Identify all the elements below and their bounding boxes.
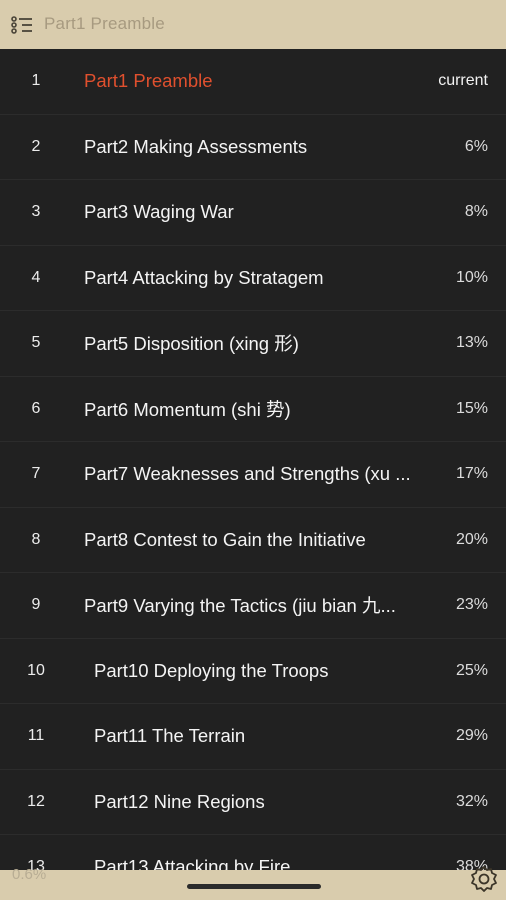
toc-number: 6 (31, 399, 41, 417)
chapter-title: Part1 Preamble (44, 14, 165, 33)
toc-number: 5 (31, 334, 41, 352)
settings-icon[interactable] (469, 864, 499, 894)
top-bar: Part1 Preamble (0, 0, 506, 49)
toc-title: Part7 Weaknesses and Strengths (xu ... (84, 463, 411, 485)
toc-item[interactable]: 6 Part6 Momentum (shi 势) 15% (0, 377, 506, 442)
toc-progress: 15% (455, 399, 488, 417)
toc-title: Part3 Waging War (84, 201, 234, 223)
toc-number: 8 (31, 530, 41, 548)
toc-item[interactable]: 1 Part1 Preamble current (0, 49, 506, 115)
toc-number: 1 (31, 72, 41, 90)
toc-item[interactable]: 2 Part2 Making Assessments 6% (0, 115, 506, 180)
toc-progress: 17% (455, 465, 488, 483)
toc-progress: 6% (464, 137, 488, 155)
toc-progress: 25% (455, 661, 488, 679)
toc-title: Part1 Preamble (84, 70, 213, 92)
toc-item[interactable]: 9 Part9 Varying the Tactics (jiu bian 九.… (0, 573, 506, 639)
toc-number: 7 (31, 465, 41, 483)
toc-number: 11 (27, 727, 45, 745)
toc-title: Part8 Contest to Gain the Initiative (84, 528, 366, 550)
toc-progress: 8% (464, 203, 488, 221)
toc-progress: 13% (455, 334, 488, 352)
toc-item[interactable]: 11 Part11 The Terrain 29% (0, 704, 506, 770)
toc-title: Part10 Deploying the Troops (94, 659, 329, 681)
toc-title: Part2 Making Assessments (84, 135, 308, 157)
toc-progress: current (438, 72, 488, 90)
toc-title: Part12 Nine Regions (94, 790, 265, 812)
toc-item[interactable]: 7 Part7 Weaknesses and Strengths (xu ...… (0, 442, 506, 508)
reading-progress: 0.6% (12, 866, 47, 883)
toc-progress: 29% (455, 727, 488, 745)
toc-item[interactable]: 12 Part12 Nine Regions 32% (0, 770, 506, 835)
home-indicator[interactable] (187, 884, 321, 889)
toc-number: 9 (31, 596, 41, 614)
toc-item[interactable]: 5 Part5 Disposition (xing 形) 13% (0, 311, 506, 377)
toc-item[interactable]: 3 Part3 Waging War 8% (0, 180, 506, 246)
toc-item[interactable]: 13 Part13 Attacking by Fire 38% (0, 835, 506, 870)
toc-number: 10 (27, 661, 45, 679)
toc-icon[interactable] (10, 14, 34, 36)
toc-progress: 23% (455, 596, 488, 614)
toc-number: 12 (27, 792, 45, 810)
toc-number: 2 (31, 137, 41, 155)
toc-number: 3 (31, 203, 41, 221)
toc-item[interactable]: 4 Part4 Attacking by Stratagem 10% (0, 246, 506, 311)
toc-item[interactable]: 10 Part10 Deploying the Troops 25% (0, 639, 506, 704)
toc-title: Part9 Varying the Tactics (jiu bian 九... (84, 595, 396, 617)
toc-title: Part5 Disposition (xing 形) (84, 333, 299, 355)
toc-list: 1 Part1 Preamble current 2 Part2 Making … (0, 49, 506, 870)
toc-progress: 10% (455, 268, 488, 286)
toc-title: Part4 Attacking by Stratagem (84, 266, 324, 288)
toc-progress: 20% (455, 530, 488, 548)
toc-title: Part11 The Terrain (94, 725, 246, 747)
toc-number: 4 (31, 268, 41, 286)
toc-title: Part6 Momentum (shi 势) (84, 398, 291, 420)
toc-progress: 32% (455, 792, 488, 810)
toc-item[interactable]: 8 Part8 Contest to Gain the Initiative 2… (0, 508, 506, 573)
toc-title: Part13 Attacking by Fire (94, 856, 291, 870)
